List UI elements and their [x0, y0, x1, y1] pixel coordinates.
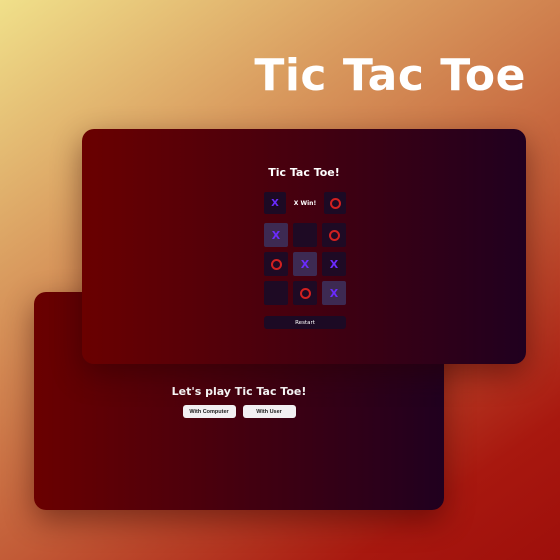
- board-cell-3[interactable]: [322, 223, 346, 247]
- status-row: X X Win!: [264, 192, 346, 214]
- player-o-indicator: [324, 192, 346, 214]
- o-mark-icon: [299, 287, 311, 299]
- mode-buttons: With Computer With User: [34, 405, 444, 418]
- board-cell-6[interactable]: X: [322, 252, 346, 276]
- board-cell-2[interactable]: [293, 223, 317, 247]
- menu-title: Let's play Tic Tac Toe!: [171, 385, 307, 398]
- o-mark-icon: [328, 229, 340, 241]
- game-title: Tic Tac Toe!: [268, 166, 340, 179]
- board-cell-9[interactable]: X: [322, 281, 346, 305]
- board-cell-7[interactable]: [264, 281, 288, 305]
- game-board: XXXX: [264, 223, 346, 305]
- restart-button[interactable]: Restart: [264, 316, 346, 329]
- status-message: X Win!: [293, 199, 317, 207]
- with-user-button[interactable]: With User: [242, 405, 296, 418]
- o-mark-icon: [270, 258, 282, 270]
- game-card: Tic Tac Toe! X X Win! XXXX Restart: [82, 129, 526, 364]
- with-computer-button[interactable]: With Computer: [182, 405, 236, 418]
- board-cell-8[interactable]: [293, 281, 317, 305]
- board-cell-4[interactable]: [264, 252, 288, 276]
- board-cell-5[interactable]: X: [293, 252, 317, 276]
- board-cell-1[interactable]: X: [264, 223, 288, 247]
- player-x-indicator: X: [264, 192, 286, 214]
- o-mark-icon: [329, 197, 341, 209]
- hero-title: Tic Tac Toe: [254, 50, 526, 101]
